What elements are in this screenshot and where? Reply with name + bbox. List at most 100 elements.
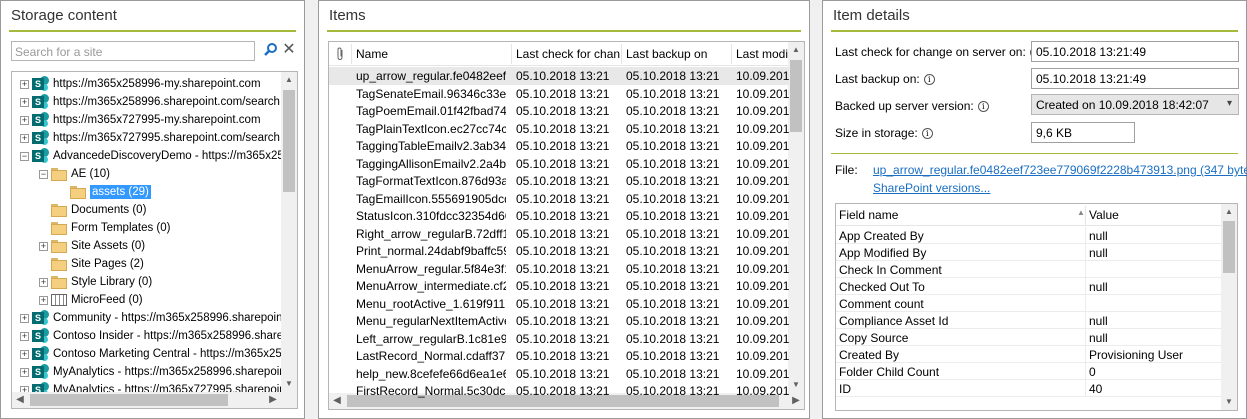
table-row[interactable]: TagPlainTextIcon.ec27cc74c... 05.10.2018 …	[329, 120, 789, 138]
table-row[interactable]: Right_arrow_regularB.72dff12... 05.10.201…	[329, 225, 789, 243]
table-row[interactable]: TagSenateEmail.96346c33ed... 05.10.2018 1…	[329, 85, 789, 103]
property-row[interactable]: Check In Comment	[836, 261, 1222, 278]
tree-horizontal-scrollbar[interactable]: ◀ ▶	[12, 392, 297, 408]
table-row[interactable]: TagFormatTextIcon.876d93ad... 05.10.2018 …	[329, 172, 789, 190]
collapse-icon[interactable]: −	[20, 151, 29, 161]
expand-icon[interactable]: +	[39, 277, 48, 287]
scroll-up-icon[interactable]: ▲	[281, 72, 297, 88]
table-row[interactable]: MenuArrow_regular.5f84e3f1c... 05.10.2018…	[329, 260, 789, 278]
scroll-up-icon[interactable]: ▲	[1221, 204, 1237, 220]
table-row[interactable]: TagEmailIcon.555691905dcd... 05.10.2018 1…	[329, 190, 789, 208]
property-row[interactable]: ID 40	[836, 380, 1222, 397]
column-header-field-name[interactable]: Field name	[839, 208, 898, 222]
items-table[interactable]: Name Last check for chan... Last backup …	[328, 41, 805, 410]
scroll-down-icon[interactable]: ▼	[1221, 394, 1237, 410]
file-link[interactable]: up_arrow_regular.fe0482eef723ee779069f22…	[873, 163, 1247, 177]
properties-table[interactable]: Field name ▲ Value ▲ ▼ App Created By nul…	[835, 203, 1238, 411]
column-header-last-check[interactable]: Last check for chan...	[516, 47, 622, 61]
scroll-down-icon[interactable]: ▼	[281, 376, 297, 392]
items-vertical-scrollbar[interactable]: ▲ ▼	[788, 42, 804, 393]
table-row[interactable]: FirstRecord_Normal.5c30dcaf... 05.10.2018…	[329, 382, 789, 400]
search-icon[interactable]	[263, 42, 279, 58]
property-row[interactable]: App Modified By null	[836, 244, 1222, 261]
expand-icon[interactable]: +	[20, 331, 29, 341]
table-row[interactable]: TagPoemEmail.01f42fbad74e... 05.10.2018 1…	[329, 102, 789, 120]
item-name: help_new.8cefefe66d6ea1e63...	[356, 366, 506, 381]
sharepoint-versions-link[interactable]: SharePoint versions...	[873, 181, 990, 195]
tree-item[interactable]: Form Templates (0)	[39, 219, 170, 237]
info-icon[interactable]: i	[921, 128, 933, 140]
table-row[interactable]: Menu_rootActive_1.619f9117... 05.10.2018 …	[329, 295, 789, 313]
table-row[interactable]: help_new.8cefefe66d6ea1e63... 05.10.2018 …	[329, 365, 789, 383]
scroll-down-icon[interactable]: ▼	[788, 377, 804, 393]
table-row[interactable]: TaggingTableEmailv2.3ab346... 05.10.2018 …	[329, 137, 789, 155]
scroll-right-icon[interactable]: ▶	[788, 393, 804, 409]
table-row[interactable]: Menu_regularNextItemActive_... 05.10.2018…	[329, 312, 789, 330]
tree-item[interactable]: Site Pages (2)	[39, 255, 144, 273]
expand-icon[interactable]: +	[20, 133, 29, 143]
property-row[interactable]: Folder Child Count 0	[836, 363, 1222, 380]
expand-icon[interactable]: +	[39, 295, 48, 305]
info-icon[interactable]: i	[977, 101, 989, 113]
expand-icon[interactable]: +	[20, 367, 29, 377]
expand-icon[interactable]: +	[39, 241, 48, 251]
table-row[interactable]: Left_arrow_regularB.1c81e97... 05.10.2018…	[329, 330, 789, 348]
tree-item[interactable]: + S Community - https://m365x258996.sharep…	[20, 309, 295, 327]
item-name: TagSenateEmail.96346c33ed...	[356, 86, 506, 101]
scroll-right-icon[interactable]: ▶	[265, 392, 281, 408]
column-header-name[interactable]: Name	[356, 47, 506, 61]
tree-item[interactable]: + Style Library (0)	[39, 273, 152, 291]
property-row[interactable]: Created By Provisioning User	[836, 346, 1222, 363]
tree-item[interactable]: + MicroFeed (0)	[39, 291, 143, 309]
tree-item[interactable]: + Shttps://m365x727995-my.sharepoint.com	[20, 111, 261, 129]
properties-vertical-scrollbar[interactable]: ▲ ▼	[1221, 204, 1237, 410]
expand-icon[interactable]: +	[20, 349, 29, 359]
scroll-thumb[interactable]	[30, 394, 228, 406]
tree-vertical-scrollbar[interactable]: ▲ ▼	[281, 72, 297, 392]
tree-item[interactable]: + Shttps://m365x727995.sharepoint.com/sea…	[20, 129, 280, 147]
site-search-input[interactable]: Search for a site	[11, 41, 255, 61]
size-field[interactable]: 9,6 KB	[1031, 122, 1135, 143]
property-row[interactable]: App Created By null	[836, 227, 1222, 244]
item-name: TagEmailIcon.555691905dcd...	[356, 191, 506, 206]
expand-icon[interactable]: +	[20, 313, 29, 323]
tree-item[interactable]: − S AdvancedeDiscoveryDemo - https://m365x…	[20, 147, 290, 165]
tree-item[interactable]: + Site Assets (0)	[39, 237, 145, 255]
scroll-left-icon[interactable]: ◀	[12, 392, 28, 408]
expand-icon[interactable]: +	[20, 79, 29, 89]
tree-item[interactable]: Documents (0)	[39, 201, 146, 219]
table-row[interactable]: StatusIcon.310fdcc32354d66f... 05.10.2018…	[329, 207, 789, 225]
server-version-select[interactable]: Created on 10.09.2018 18:42:07 ▾	[1031, 94, 1239, 115]
clear-search-icon[interactable]: ✕	[282, 41, 296, 59]
tree-item[interactable]: + Shttps://m365x258996-my.sharepoint.com	[20, 75, 261, 93]
info-icon[interactable]: i	[923, 74, 935, 86]
table-row[interactable]: MenuArrow_intermediate.cf24... 05.10.2018…	[329, 277, 789, 295]
expand-icon[interactable]: +	[20, 97, 29, 107]
table-row[interactable]: Print_normal.24dabf9baffc599... 05.10.201…	[329, 242, 789, 260]
column-header-last-modified[interactable]: Last modifie	[736, 47, 789, 61]
tree-item[interactable]: − AE (10)	[39, 165, 110, 183]
tree-item[interactable]: + Shttps://m365x258996.sharepoint.com/sea…	[20, 93, 280, 111]
column-header-last-backup[interactable]: Last backup on	[626, 47, 731, 61]
tree-item[interactable]: assets (29)	[58, 183, 151, 201]
table-row[interactable]: up_arrow_regular.fe0482eef72... 05.10.201…	[329, 67, 789, 85]
property-row[interactable]: Checked Out To null	[836, 278, 1222, 295]
table-row[interactable]: TaggingAllisonEmailv2.2a4bac... 05.10.201…	[329, 155, 789, 173]
property-row[interactable]: Compliance Asset Id null	[836, 312, 1222, 329]
last-backup-field[interactable]: 05.10.2018 13:21:49	[1031, 68, 1239, 89]
last-check-field[interactable]: 05.10.2018 13:21:49	[1031, 41, 1239, 62]
site-tree[interactable]: + S MyAnalytics - https://m365x727995.shar…	[11, 71, 298, 409]
expand-icon[interactable]: +	[20, 115, 29, 125]
scroll-thumb[interactable]	[283, 90, 295, 192]
table-row[interactable]: LastRecord_Normal.cdaff37ba... 05.10.2018…	[329, 347, 789, 365]
column-header-value[interactable]: Value	[1089, 208, 1119, 222]
property-row[interactable]: Copy Source null	[836, 329, 1222, 346]
property-row[interactable]: Comment count	[836, 295, 1222, 312]
tree-item[interactable]: + S Contoso Marketing Central - https://m3…	[20, 345, 295, 363]
scroll-up-icon[interactable]: ▲	[788, 42, 804, 58]
collapse-icon[interactable]: −	[39, 169, 48, 179]
tree-item[interactable]: + S Contoso Insider - https://m365x258996.…	[20, 327, 296, 345]
tree-item[interactable]: + S MyAnalytics - https://m365x258996.shar…	[20, 363, 297, 381]
scroll-thumb[interactable]	[1223, 221, 1235, 273]
scroll-thumb[interactable]	[790, 60, 802, 132]
